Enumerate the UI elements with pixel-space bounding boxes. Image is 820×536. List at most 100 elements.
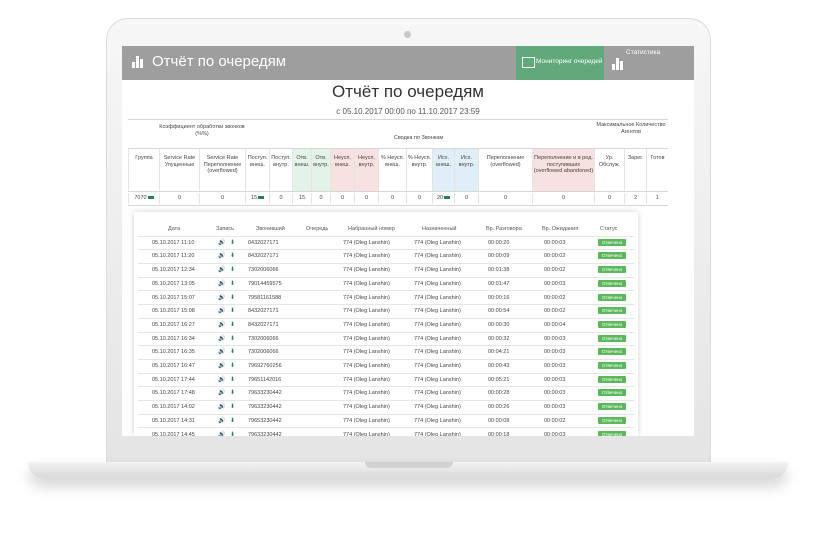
cell-caller: 79653230442 (248, 417, 282, 424)
table-row[interactable]: 05.10.2017 14:45 79633230442 774 (Oleg Lan… (138, 428, 634, 437)
col-destination: Назначенный (422, 226, 457, 232)
summary-value-text: 20 (436, 195, 444, 201)
cell-wait: 00:00:02 (544, 267, 566, 274)
cell-status: Отвечено (598, 416, 627, 424)
play-icon[interactable]: 🔊 (218, 335, 225, 342)
table-row[interactable]: 05.10.2017 17:44 79651142016 774 (Oleg Lan… (138, 373, 634, 388)
play-icon[interactable]: 🔊 (218, 348, 225, 355)
table-row[interactable]: 05.10.2017 16:34 7302006066 774 (Oleg Lans… (138, 332, 634, 347)
calls-header-row: Дата Запись Звонивший Очередь Набранный … (138, 222, 634, 237)
cell-wait: 00:00:03 (544, 239, 566, 246)
play-icon[interactable]: 🔊 (218, 431, 225, 437)
download-icon[interactable]: ⬇ (230, 376, 235, 383)
app-screen: Отчёт по очередям Мониторинг очередей Ст… (122, 46, 694, 436)
summary-table: Коэффициент обработки звонков (%%) Сводк… (128, 119, 668, 206)
status-badge: Отвечено (598, 307, 627, 315)
status-badge: Отвечено (598, 430, 627, 436)
download-icon[interactable]: ⬇ (230, 403, 235, 410)
download-icon[interactable]: ⬇ (230, 389, 235, 396)
table-row[interactable]: 05.10.2017 14:02 79633230442 774 (Oleg Lan… (138, 400, 634, 415)
download-icon[interactable]: ⬇ (230, 335, 235, 342)
download-icon[interactable]: ⬇ (230, 362, 235, 369)
cell-status: Отвечено (598, 320, 627, 328)
download-icon[interactable]: ⬇ (230, 321, 235, 328)
status-badge: Отвечено (598, 252, 627, 260)
col-queue: Очередь (306, 226, 329, 232)
download-icon[interactable]: ⬇ (230, 266, 235, 273)
cell-caller: 8432027171 (248, 253, 279, 260)
table-row[interactable]: 05.10.2017 11:10 0432027171 774 (Oleg Lans… (138, 236, 634, 251)
summary-col-header: % Неусп. внутр. (406, 149, 432, 191)
cell-caller: 8432027171 (248, 308, 279, 315)
summary-value-text: 0 (417, 195, 422, 201)
download-icon[interactable]: ⬇ (230, 307, 235, 314)
download-icon[interactable]: ⬇ (230, 431, 235, 437)
cell-status: Отвечено (598, 348, 627, 356)
table-row[interactable]: 05.10.2017 16:27 8432027171 774 (Oleg Lans… (138, 318, 634, 333)
summary-value-text: 0 (279, 195, 283, 201)
cell-dialed: 774 (Oleg Lanshin) (343, 376, 390, 383)
table-row[interactable]: 05.10.2017 14:31 79653230442 774 (Oleg Lan… (138, 414, 634, 429)
cell-caller: 79633230442 (248, 390, 282, 397)
play-icon[interactable]: 🔊 (218, 280, 225, 287)
table-row[interactable]: 05.10.2017 16:47 79692760256 774 (Oleg Lan… (138, 359, 634, 374)
table-row[interactable]: 05.10.2017 12:34 7302006066 774 (Oleg Lans… (138, 263, 634, 278)
download-icon[interactable]: ⬇ (230, 280, 235, 287)
download-icon[interactable]: ⬇ (230, 252, 235, 259)
download-icon[interactable]: ⬇ (230, 294, 235, 301)
summary-col-header: Группа (128, 149, 159, 191)
top-bar: Отчёт по очередям Мониторинг очередей Ст… (122, 46, 694, 80)
cell-talk: 00:05:21 (488, 376, 510, 383)
play-icon[interactable]: 🔊 (218, 417, 225, 424)
play-icon[interactable]: 🔊 (218, 389, 225, 396)
cell-wait: 00:00:03 (544, 376, 566, 383)
cell-wait: 00:00:03 (544, 390, 566, 397)
cell-wait: 00:00:03 (544, 404, 566, 411)
play-icon[interactable]: 🔊 (218, 376, 225, 383)
cell-status: Отвечено (598, 430, 627, 436)
cell-date: 05.10.2017 14:45 (152, 431, 195, 437)
mini-bar (258, 196, 265, 200)
cell-dest: 774 (Oleg Lanshin) (414, 308, 461, 315)
cell-dialed: 774 (Oleg Lanshin) (343, 308, 390, 315)
play-icon[interactable]: 🔊 (218, 252, 225, 259)
summary-value: 15 (292, 193, 311, 204)
cell-caller: 79014459575 (248, 280, 282, 287)
play-icon[interactable]: 🔊 (218, 403, 225, 410)
table-row[interactable]: 05.10.2017 17:48 79633230442 774 (Oleg Lan… (138, 386, 634, 402)
cell-date: 05.10.2017 11:10 (152, 239, 195, 246)
summary-group-calls: Сводка по Звонкам (393, 135, 444, 141)
summary-col-header: Переполнение и в ред. поступивших (overf… (532, 149, 594, 191)
download-icon[interactable]: ⬇ (230, 417, 235, 424)
camera-dot (404, 31, 411, 38)
table-row[interactable]: 05.10.2017 11:20 8432027171 774 (Oleg Lans… (138, 249, 634, 265)
statistics-button[interactable]: Статистика (606, 46, 692, 80)
play-icon[interactable]: 🔊 (218, 307, 225, 314)
cell-dest: 774 (Oleg Lanshin) (414, 390, 461, 397)
summary-value: 0 (594, 193, 624, 204)
table-row[interactable]: 05.10.2017 16:35 7302006066 774 (Oleg Lans… (138, 345, 634, 360)
summary-value: 0 (378, 193, 406, 204)
play-icon[interactable]: 🔊 (218, 239, 225, 246)
cell-caller: 8432027171 (248, 321, 279, 328)
summary-col-header: Отв. внутр. (311, 149, 330, 191)
app-title: Отчёт по очередям (152, 53, 287, 70)
play-icon[interactable]: 🔊 (218, 321, 225, 328)
cell-caller: 79633230442 (248, 431, 282, 437)
download-icon[interactable]: ⬇ (230, 239, 235, 246)
play-icon[interactable]: 🔊 (218, 266, 225, 273)
summary-value-text: 2 (633, 195, 638, 201)
summary-col-header: Исх. внутр. (454, 149, 478, 191)
download-icon[interactable]: ⬇ (230, 348, 235, 355)
summary-col-header: Поступ. внеш. (245, 149, 269, 191)
table-row[interactable]: 05.10.2017 13:05 79014459575 774 (Oleg Lan… (138, 277, 634, 292)
play-icon[interactable]: 🔊 (218, 362, 225, 369)
table-row[interactable]: 05.10.2017 15:07 79581161588 774 (Oleg Lan… (138, 291, 634, 306)
play-icon[interactable]: 🔊 (218, 294, 225, 301)
queue-monitoring-button[interactable]: Мониторинг очередей (516, 46, 604, 80)
table-row[interactable]: 05.10.2017 15:08 8432027171 774 (Oleg Lans… (138, 304, 634, 319)
cell-dialed: 774 (Oleg Lanshin) (343, 335, 390, 342)
summary-col-header: Переполнение (overflowed) (478, 149, 532, 191)
status-badge: Отвечено (598, 320, 627, 328)
cell-wait: 00:00:02 (544, 294, 566, 301)
